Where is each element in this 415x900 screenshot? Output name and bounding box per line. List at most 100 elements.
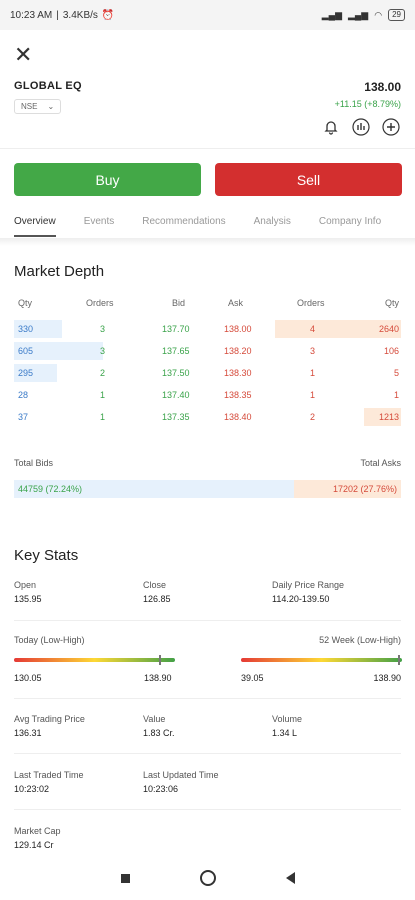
- tab-company-info[interactable]: Company Info: [319, 210, 381, 237]
- last-updated-time-label: Last Updated Time: [143, 770, 219, 780]
- bid-qty: 28: [18, 390, 29, 400]
- header-qty: Qty: [18, 298, 33, 308]
- ask-price: 138.35: [224, 390, 252, 400]
- status-speed: 3.4KB/s: [62, 9, 98, 21]
- ask-price: 138.30: [224, 368, 252, 378]
- buy-button[interactable]: Buy: [14, 163, 201, 196]
- header-orders-ask: Orders: [297, 298, 325, 308]
- bid-qty: 605: [18, 346, 34, 356]
- close-icon[interactable]: ✕: [14, 44, 32, 66]
- ask-qty: 1213: [378, 412, 399, 422]
- tab-overview[interactable]: Overview: [14, 210, 56, 237]
- ask-qty: 5: [393, 368, 399, 378]
- back-button[interactable]: [285, 872, 295, 884]
- market-depth-title: Market Depth: [14, 263, 105, 280]
- depth-row: 330 3 137.70 138.00 4 2640: [14, 320, 401, 338]
- value-label: Value: [143, 714, 166, 724]
- bid-orders: 1: [100, 412, 106, 422]
- volume-value: 1.34 L: [272, 728, 298, 738]
- total-bids-value: 44759 (72.24%): [18, 484, 83, 494]
- exchange-label: NSE: [21, 102, 38, 111]
- last-traded-time-label: Last Traded Time: [14, 770, 84, 780]
- value-value: 1.83 Cr.: [143, 728, 175, 738]
- last-traded-time-value: 10:23:02: [14, 784, 50, 794]
- chart-icon[interactable]: [351, 117, 371, 137]
- recents-button[interactable]: [120, 873, 130, 883]
- stock-price: 138.00: [364, 80, 401, 94]
- bid-orders: 2: [100, 368, 106, 378]
- bid-qty: 37: [18, 412, 29, 422]
- status-bar: 10:23 AM | 3.4KB/s ⏰ ▂▄▆ ▂▄▆ ◠ 29: [0, 0, 415, 30]
- status-time: 10:23 AM: [10, 9, 53, 21]
- bid-qty: 295: [18, 368, 34, 378]
- ask-orders: 4: [310, 324, 316, 334]
- today-high: 138.90: [144, 673, 172, 683]
- week52-high: 138.90: [373, 673, 401, 683]
- last-updated-time-value: 10:23:06: [143, 784, 179, 794]
- week52-range-bar: [241, 658, 402, 662]
- volume-label: Volume: [272, 714, 303, 724]
- open-label: Open: [14, 580, 37, 590]
- week52-low: 39.05: [241, 673, 264, 683]
- bid-price: 137.65: [162, 346, 190, 356]
- atp-value: 136.31: [14, 728, 42, 738]
- divider: [14, 620, 401, 621]
- header-bid: Bid: [172, 298, 186, 308]
- bid-orders: 3: [100, 324, 106, 334]
- depth-row: 295 2 137.50 138.30 1 5: [14, 364, 401, 382]
- bid-orders: 3: [100, 346, 106, 356]
- tab-analysis[interactable]: Analysis: [254, 210, 291, 237]
- depth-row: 605 3 137.65 138.20 3 106: [14, 342, 401, 360]
- totals-bar: 44759 (72.24%) 17202 (27.76%): [14, 480, 401, 498]
- total-bids-label: Total Bids: [14, 458, 54, 468]
- today-range-marker: [158, 655, 161, 665]
- ask-qty: 2640: [378, 324, 399, 334]
- header-orders: Orders: [86, 298, 114, 308]
- ask-qty: 106: [383, 346, 399, 356]
- tab-events[interactable]: Events: [84, 210, 115, 237]
- home-button[interactable]: [199, 870, 216, 886]
- bid-price: 137.70: [162, 324, 190, 334]
- atp-label: Avg Trading Price: [14, 714, 85, 724]
- header-actions: [321, 117, 401, 137]
- close-value: 126.85: [143, 594, 171, 604]
- divider: [14, 809, 401, 810]
- tab-recommendations[interactable]: Recommendations: [142, 210, 225, 237]
- market-cap-value: 129.14 Cr: [14, 840, 54, 850]
- header-qty-ask: Qty: [384, 298, 399, 308]
- ask-orders: 3: [310, 346, 316, 356]
- bid-price: 137.35: [162, 412, 190, 422]
- ask-price: 138.20: [224, 346, 252, 356]
- divider: [0, 148, 415, 149]
- header-ask: Ask: [228, 298, 244, 308]
- ask-orders: 1: [310, 368, 316, 378]
- bell-icon[interactable]: [321, 117, 341, 137]
- today-low: 130.05: [14, 673, 42, 683]
- add-icon[interactable]: [381, 117, 401, 137]
- total-asks-label: Total Asks: [360, 458, 401, 468]
- divider: [14, 753, 401, 754]
- today-range-label: Today (Low-High): [14, 635, 85, 645]
- total-asks-value: 17202 (27.76%): [332, 484, 397, 494]
- system-nav-bar: [0, 856, 415, 900]
- week52-range-label: 52 Week (Low-High): [319, 635, 401, 645]
- stock-name: GLOBAL EQ: [14, 80, 82, 92]
- signal-icon: ▂▄▆: [321, 9, 342, 20]
- key-stats-title: Key Stats: [14, 547, 79, 564]
- battery-icon: 29: [388, 9, 405, 21]
- open-value: 135.95: [14, 594, 42, 604]
- sell-button[interactable]: Sell: [215, 163, 402, 196]
- bid-price: 137.50: [162, 368, 190, 378]
- ask-price: 138.40: [224, 412, 252, 422]
- price-change: +11.15 (+8.79%): [334, 99, 401, 109]
- tab-shadow: [0, 238, 415, 246]
- exchange-selector[interactable]: NSE ⌄: [14, 99, 62, 114]
- alarm-icon: ⏰: [101, 9, 115, 21]
- ask-orders: 2: [310, 412, 316, 422]
- bid-qty: 330: [18, 324, 34, 334]
- chevron-down-icon: ⌄: [47, 102, 55, 111]
- ask-price: 138.00: [224, 324, 252, 334]
- today-range-bar: [14, 658, 175, 662]
- divider: [14, 698, 401, 699]
- close-label: Close: [143, 580, 167, 590]
